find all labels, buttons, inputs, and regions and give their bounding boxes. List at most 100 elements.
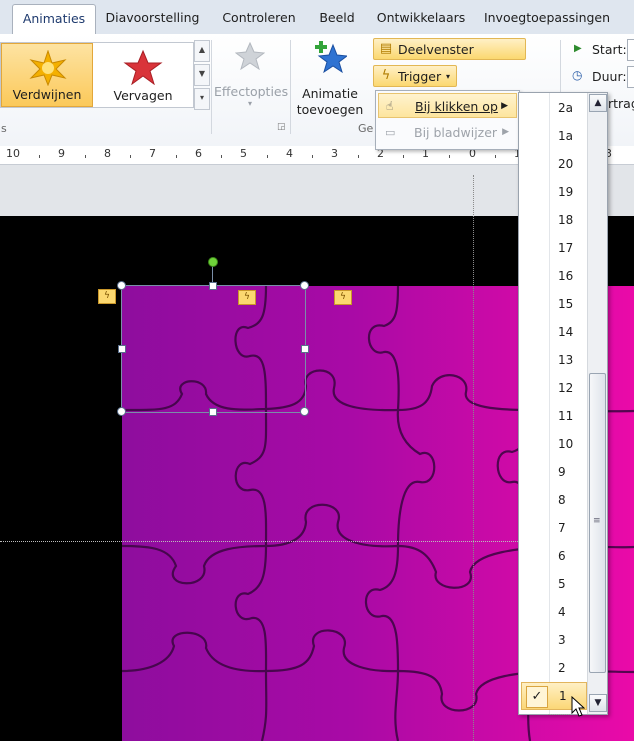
group-label-animatie: s	[1, 122, 7, 135]
trigger-marker-icon[interactable]: ϟ	[238, 290, 256, 305]
list-item[interactable]: 7	[521, 514, 587, 542]
list-item[interactable]: 8	[521, 486, 587, 514]
list-item-label: 16	[558, 269, 574, 283]
list-item[interactable]: 2a	[521, 94, 587, 122]
ruler-tick	[403, 155, 404, 158]
ruler-tick	[312, 155, 313, 158]
duration-input[interactable]	[627, 66, 634, 88]
resize-handle[interactable]	[209, 282, 217, 290]
list-item-label: 5	[558, 577, 566, 591]
effectopties-button[interactable]: Effectopties ▾	[214, 40, 288, 112]
list-item[interactable]: 13	[521, 346, 587, 374]
list-item[interactable]: 20	[521, 150, 587, 178]
list-item[interactable]: 9	[521, 458, 587, 486]
resize-handle[interactable]	[117, 281, 126, 290]
resize-handle[interactable]	[300, 407, 309, 416]
ruler-label: 10	[6, 147, 20, 160]
list-item[interactable]: 16	[521, 262, 587, 290]
group-label-geavanceerd: Ge	[358, 122, 374, 135]
start-select[interactable]	[627, 39, 634, 61]
resize-handle[interactable]	[118, 345, 126, 353]
rotation-handle[interactable]	[208, 257, 218, 267]
duration-label: Duur:	[592, 69, 627, 84]
list-item[interactable]: 1a	[521, 122, 587, 150]
list-item-label: 2a	[558, 101, 573, 115]
trigger-marker-icon[interactable]: ϟ	[334, 290, 352, 305]
animatie-toevoegen-label-2: toevoegen	[296, 102, 364, 117]
gallery-scroll-down-button[interactable]: ▼	[194, 64, 210, 86]
tab-controleren[interactable]: Controleren	[215, 4, 303, 33]
ruler-tick	[267, 155, 268, 158]
red-star-icon	[123, 49, 163, 85]
menu-item-bij-bladwijzer[interactable]: ▭ Bij bladwijzer ▶	[378, 120, 517, 145]
mouse-pointer-icon	[571, 696, 585, 717]
list-scrollbar[interactable]: ▲ ≡ ▼	[587, 93, 607, 714]
delay-label: rtrag	[608, 96, 634, 111]
tab-ontwikkelaars[interactable]: Ontwikkelaars	[372, 4, 470, 33]
list-item[interactable]: 11	[521, 402, 587, 430]
ruler-label: 6	[195, 147, 202, 160]
cursor-click-icon: ☝	[386, 99, 394, 113]
deelvenster-animatie-button[interactable]: ▤ Deelvenster Animatie	[373, 38, 526, 78]
list-item[interactable]: 12	[521, 374, 587, 402]
tab-animaties[interactable]: Animaties	[12, 4, 96, 35]
menu-item-bij-klikken-op[interactable]: ☝ Bij klikken op ▶	[378, 93, 517, 118]
trigger-marker-icon[interactable]: ϟ	[98, 289, 116, 304]
resize-handle[interactable]	[117, 407, 126, 416]
gallery-item-label: Verdwijnen	[12, 87, 82, 102]
animatie-toevoegen-label-1: Animatie	[302, 86, 358, 101]
dialog-launcher-icon[interactable]: ◲	[277, 122, 286, 132]
list-item-label: 19	[558, 185, 574, 199]
animatie-toevoegen-button[interactable]: Animatie toevoegen	[294, 38, 366, 118]
bookmark-icon: ▭	[385, 126, 396, 139]
list-item-label: 10	[558, 437, 574, 451]
resize-handle[interactable]	[209, 408, 217, 416]
trigger-label: Trigger	[398, 69, 442, 84]
list-item-label: 13	[558, 353, 574, 367]
gallery-item-label: Vervagen	[113, 88, 173, 103]
tab-beeld[interactable]: Beeld	[312, 4, 362, 33]
clock-icon: ◷	[572, 68, 583, 82]
list-item[interactable]: 4	[521, 598, 587, 626]
gallery-item-vervagen[interactable]: Vervagen	[97, 43, 189, 107]
vertical-guide[interactable]	[473, 175, 474, 741]
resize-handle[interactable]	[300, 281, 309, 290]
trigger-button[interactable]: ϟ Trigger ▾	[373, 65, 457, 87]
list-item[interactable]: 5	[521, 570, 587, 598]
list-item-label: 14	[558, 325, 574, 339]
checkmark-icon: ✓	[526, 686, 548, 708]
list-item-label: 18	[558, 213, 574, 227]
list-item[interactable]: 3	[521, 626, 587, 654]
list-item[interactable]: 19	[521, 178, 587, 206]
chevron-down-icon: ▾	[247, 99, 252, 108]
tab-diavoorstelling[interactable]: Diavoorstelling	[102, 4, 203, 33]
ruler-tick	[39, 155, 40, 158]
list-item[interactable]: 18	[521, 206, 587, 234]
list-item-label: 1a	[558, 129, 573, 143]
tab-invoegtoepassingen[interactable]: Invoegtoepassingen	[479, 4, 615, 33]
gallery-item-verdwijnen[interactable]: Verdwijnen	[1, 43, 93, 107]
list-item[interactable]: 14	[521, 318, 587, 346]
scroll-down-arrow-icon[interactable]: ▼	[589, 694, 607, 712]
resize-grip-icon[interactable]	[548, 714, 570, 719]
start-label: Start:	[592, 42, 627, 57]
resize-handle[interactable]	[301, 345, 309, 353]
ruler-tick	[130, 155, 131, 158]
scrollbar-thumb[interactable]: ≡	[589, 373, 606, 673]
lightning-icon: ϟ	[381, 68, 391, 83]
list-item[interactable]: 2	[521, 654, 587, 682]
selection-box[interactable]	[121, 285, 306, 413]
list-item[interactable]: 10	[521, 430, 587, 458]
list-item[interactable]: 15	[521, 290, 587, 318]
ruler-label: 5	[240, 147, 247, 160]
gallery-scroll-up-button[interactable]: ▲	[194, 40, 210, 62]
scroll-up-arrow-icon[interactable]: ▲	[589, 94, 607, 112]
chevron-right-icon: ▶	[502, 127, 509, 137]
list-item[interactable]: 6	[521, 542, 587, 570]
gallery-more-button[interactable]: ▾	[194, 88, 210, 110]
ruler-label: 9	[58, 147, 65, 160]
list-item-label: 9	[558, 465, 566, 479]
effect-star-icon	[235, 42, 265, 70]
list-item[interactable]: 17	[521, 234, 587, 262]
horizontal-guide[interactable]	[0, 541, 518, 542]
